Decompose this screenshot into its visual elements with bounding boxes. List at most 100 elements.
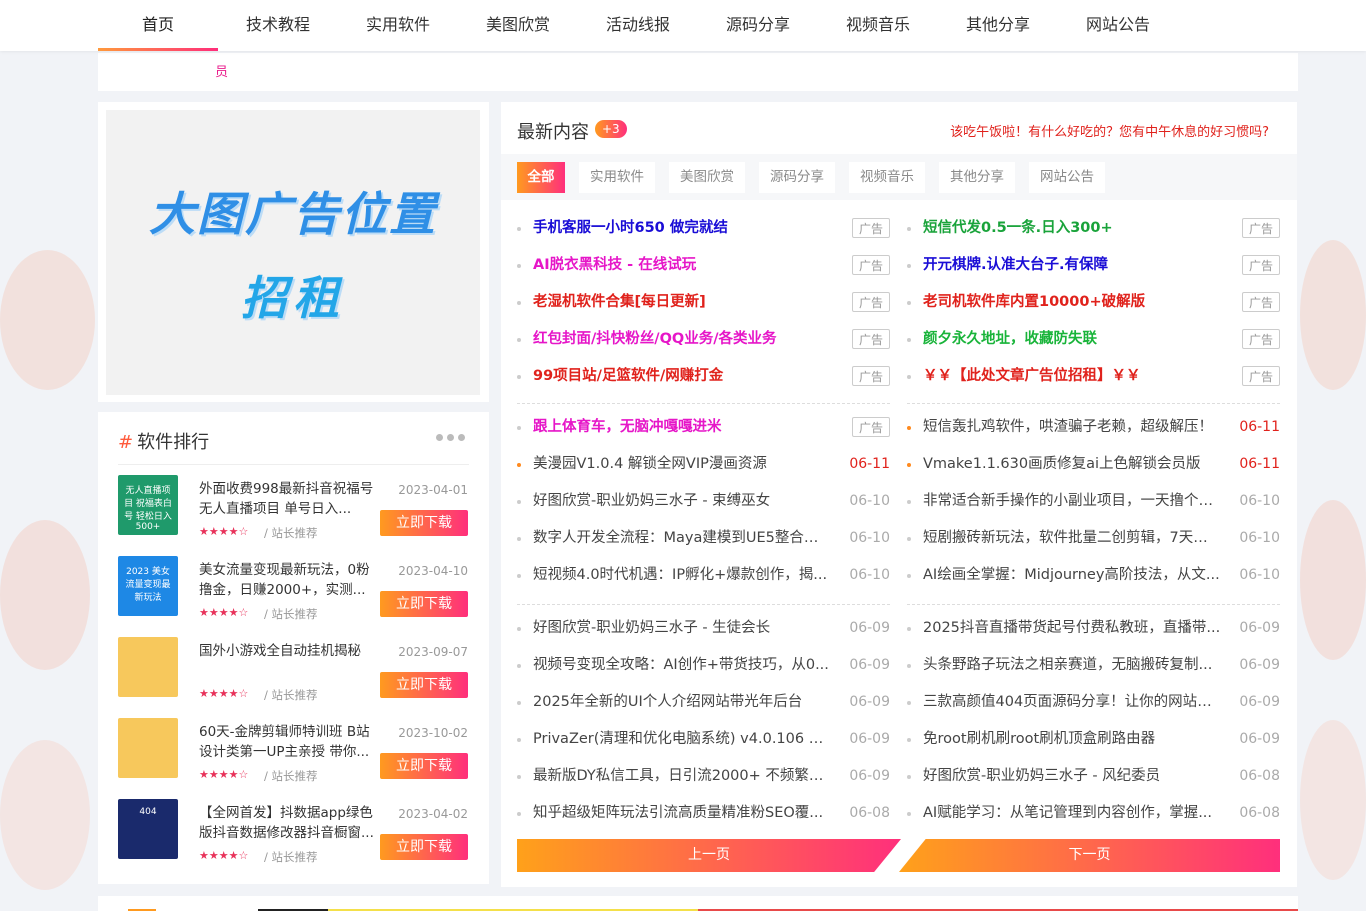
- item-title[interactable]: 手机客服一小时650 做完就结: [533, 214, 831, 242]
- ad-list-item[interactable]: 红包封面/抖快粉丝/QQ业务/各类业务 广告: [517, 325, 890, 362]
- list-item[interactable]: 免root刷机刷root刷机顶盒刷路由器 06-09: [907, 725, 1280, 762]
- download-button[interactable]: 立即下载: [380, 591, 468, 617]
- ad-list-item[interactable]: AI脱衣黑科技 - 在线试玩 广告: [517, 251, 890, 288]
- item-thumbnail[interactable]: 2023 美女流量变现最新玩法: [118, 556, 178, 616]
- item-title[interactable]: 好图欣赏-职业奶妈三水子 - 风纪委员: [923, 762, 1221, 790]
- list-item[interactable]: 视频号变现全攻略：AI创作+带货技巧，从0... 06-09: [517, 651, 890, 688]
- item-title[interactable]: 美漫园V1.0.4 解锁全网VIP漫画资源: [533, 450, 831, 478]
- filter-tab[interactable]: 美图欣赏: [669, 162, 745, 193]
- item-thumbnail[interactable]: 无人直播项目 祝福表白号 轻松日入500+: [118, 475, 178, 535]
- filter-tab[interactable]: 网站公告: [1029, 162, 1105, 193]
- ad-list-item[interactable]: 短信代发0.5一条.日入300+ 广告: [907, 214, 1280, 251]
- ad-banner[interactable]: 大图广告位置 招租: [106, 110, 480, 395]
- item-title[interactable]: 老湿机软件合集[每日更新]: [533, 288, 831, 316]
- item-title[interactable]: AI脱衣黑科技 - 在线试玩: [533, 251, 831, 279]
- download-button[interactable]: 立即下载: [380, 834, 468, 860]
- item-title[interactable]: 60天-金牌剪辑师特训班 B站设计类第一UP主亲授 带你...: [199, 722, 379, 762]
- filter-tab[interactable]: 其他分享: [939, 162, 1015, 193]
- filter-tab[interactable]: 源码分享: [759, 162, 835, 193]
- nav-item[interactable]: 源码分享: [698, 0, 818, 51]
- item-title[interactable]: Vmake1.1.630画质修复ai上色解锁会员版: [923, 450, 1221, 478]
- list-item[interactable]: 最新版DY私信工具，日引流2000+ 不频繁私... 06-09: [517, 762, 890, 799]
- prev-page-button[interactable]: 上一页: [517, 839, 901, 872]
- item-title[interactable]: 数字人开发全流程：Maya建模到UE5整合，...: [533, 524, 831, 552]
- item-title[interactable]: 99项目站/足篮软件/网赚打金: [533, 362, 831, 390]
- download-button[interactable]: 立即下载: [380, 672, 468, 698]
- list-item[interactable]: 美漫园V1.0.4 解锁全网VIP漫画资源 06-11: [517, 450, 890, 487]
- nav-item[interactable]: 视频音乐: [818, 0, 938, 51]
- list-item[interactable]: AI绘画全掌握：Midjourney高阶技法，从文... 06-10: [907, 561, 1280, 598]
- list-item[interactable]: 数字人开发全流程：Maya建模到UE5整合，... 06-10: [517, 524, 890, 561]
- nav-item[interactable]: 技术教程: [218, 0, 338, 51]
- item-title[interactable]: 国外小游戏全自动挂机揭秘: [199, 641, 379, 661]
- list-item[interactable]: 2025年全新的UI个人介绍网站带光年后台 06-09: [517, 688, 890, 725]
- item-title[interactable]: 颜夕永久地址，收藏防失联: [923, 325, 1221, 353]
- ad-list-item[interactable]: 老湿机软件合集[每日更新] 广告: [517, 288, 890, 325]
- ad-list-item[interactable]: 手机客服一小时650 做完就结 广告: [517, 214, 890, 251]
- list-item[interactable]: 短视频4.0时代机遇：IP孵化+爆款创作，揭... 06-10: [517, 561, 890, 598]
- filter-tab[interactable]: 实用软件: [579, 162, 655, 193]
- item-title[interactable]: 外面收费998最新抖音祝福号无人直播项目 单号日入...: [199, 479, 379, 519]
- list-item[interactable]: 2025抖音直播带货起号付费私教班，直播带... 06-09: [907, 614, 1280, 651]
- item-title[interactable]: 短剧搬砖新玩法，软件批量二创剪辑，7天赚...: [923, 524, 1221, 552]
- item-title[interactable]: 老司机软件库内置10000+破解版: [923, 288, 1221, 316]
- item-title[interactable]: AI赋能学习：从笔记管理到内容创作，掌握...: [923, 799, 1221, 827]
- item-title[interactable]: 短信轰扎鸡软件，哄渣骗子老赖，超级解压！: [923, 413, 1221, 441]
- list-item[interactable]: 三款高颜值404页面源码分享！让你的网站「... 06-09: [907, 688, 1280, 725]
- list-item[interactable]: 头条野路子玩法之相亲赛道，无脑搬砖复制... 06-09: [907, 651, 1280, 688]
- item-thumbnail[interactable]: [118, 637, 178, 697]
- ad-list-item[interactable]: ￥￥【此处文章广告位招租】￥￥ 广告: [907, 362, 1280, 399]
- item-title[interactable]: PrivaZer(清理和优化电脑系统) v4.0.106 多...: [533, 725, 831, 753]
- item-title[interactable]: 知乎超级矩阵玩法引流高质量精准粉SEO覆...: [533, 799, 831, 827]
- item-title[interactable]: 2025年全新的UI个人介绍网站带光年后台: [533, 688, 831, 716]
- list-item[interactable]: AI赋能学习：从笔记管理到内容创作，掌握... 06-08: [907, 799, 1280, 836]
- ad-list-item[interactable]: 颜夕永久地址，收藏防失联 广告: [907, 325, 1280, 362]
- nav-item[interactable]: 其他分享: [938, 0, 1058, 51]
- item-title[interactable]: 头条野路子玩法之相亲赛道，无脑搬砖复制...: [923, 651, 1221, 679]
- item-title[interactable]: 三款高颜值404页面源码分享！让你的网站「...: [923, 688, 1221, 716]
- big-ad-panel[interactable]: 大图广告位置 招租: [98, 102, 489, 402]
- filter-tab[interactable]: 视频音乐: [849, 162, 925, 193]
- item-title[interactable]: AI绘画全掌握：Midjourney高阶技法，从文...: [923, 561, 1221, 589]
- list-item[interactable]: Vmake1.1.630画质修复ai上色解锁会员版 06-11: [907, 450, 1280, 487]
- item-title[interactable]: 跟上体育车，无脑冲嘎嘎进米: [533, 413, 831, 441]
- list-item[interactable]: 短剧搬砖新玩法，软件批量二创剪辑，7天赚... 06-10: [907, 524, 1280, 561]
- nav-item[interactable]: 实用软件: [338, 0, 458, 51]
- list-item[interactable]: 短信轰扎鸡软件，哄渣骗子老赖，超级解压！ 06-11: [907, 413, 1280, 450]
- item-title[interactable]: 美女流量变现最新玩法，0粉撸金，日赚2000+，实测...: [199, 560, 379, 600]
- list-item[interactable]: 好图欣赏-职业奶妈三水子 - 风纪委员 06-08: [907, 762, 1280, 799]
- item-title[interactable]: 2025抖音直播带货起号付费私教班，直播带...: [923, 614, 1221, 642]
- item-title[interactable]: 开元棋牌.认准大台子.有保障: [923, 251, 1221, 279]
- next-page-button[interactable]: 下一页: [899, 839, 1280, 872]
- more-icon[interactable]: [436, 434, 465, 441]
- list-item[interactable]: 知乎超级矩阵玩法引流高质量精准粉SEO覆... 06-08: [517, 799, 890, 836]
- ad-list-item[interactable]: 开元棋牌.认准大台子.有保障 广告: [907, 251, 1280, 288]
- nav-item[interactable]: 网站公告: [1058, 0, 1178, 51]
- item-title[interactable]: 短信代发0.5一条.日入300+: [923, 214, 1221, 242]
- ad-list-item[interactable]: 老司机软件库内置10000+破解版 广告: [907, 288, 1280, 325]
- item-title[interactable]: 免root刷机刷root刷机顶盒刷路由器: [923, 725, 1221, 753]
- item-thumbnail[interactable]: [118, 718, 178, 778]
- ad-list-item[interactable]: 99项目站/足篮软件/网赚打金 广告: [517, 362, 890, 399]
- filter-tab[interactable]: 全部: [517, 162, 565, 193]
- nav-item[interactable]: 首页: [98, 0, 218, 51]
- item-title[interactable]: 短视频4.0时代机遇：IP孵化+爆款创作，揭...: [533, 561, 831, 589]
- item-title[interactable]: 红包封面/抖快粉丝/QQ业务/各类业务: [533, 325, 831, 353]
- item-title[interactable]: ￥￥【此处文章广告位招租】￥￥: [923, 362, 1221, 390]
- list-item[interactable]: PrivaZer(清理和优化电脑系统) v4.0.106 多... 06-09: [517, 725, 890, 762]
- item-title[interactable]: 好图欣赏-职业奶妈三水子 - 束缚巫女: [533, 487, 831, 515]
- list-item[interactable]: 好图欣赏-职业奶妈三水子 - 生徒会长 06-09: [517, 614, 890, 651]
- list-item[interactable]: 好图欣赏-职业奶妈三水子 - 束缚巫女 06-10: [517, 487, 890, 524]
- item-title[interactable]: 好图欣赏-职业奶妈三水子 - 生徒会长: [533, 614, 831, 642]
- list-item[interactable]: 非常适合新手操作的小副业项目，一天撸个5... 06-10: [907, 487, 1280, 524]
- item-title[interactable]: 最新版DY私信工具，日引流2000+ 不频繁私...: [533, 762, 831, 790]
- ad-list-item[interactable]: 跟上体育车，无脑冲嘎嘎进米 广告: [517, 413, 890, 450]
- item-title[interactable]: 【全网首发】抖数据app绿色版抖音数据修改器抖音橱窗...: [199, 803, 379, 843]
- item-title[interactable]: 视频号变现全攻略：AI创作+带货技巧，从0...: [533, 651, 831, 679]
- download-button[interactable]: 立即下载: [380, 753, 468, 779]
- nav-item[interactable]: 美图欣赏: [458, 0, 578, 51]
- item-thumbnail[interactable]: 404: [118, 799, 178, 859]
- nav-item[interactable]: 活动线报: [578, 0, 698, 51]
- download-button[interactable]: 立即下载: [380, 510, 468, 536]
- item-title[interactable]: 非常适合新手操作的小副业项目，一天撸个5...: [923, 487, 1221, 515]
